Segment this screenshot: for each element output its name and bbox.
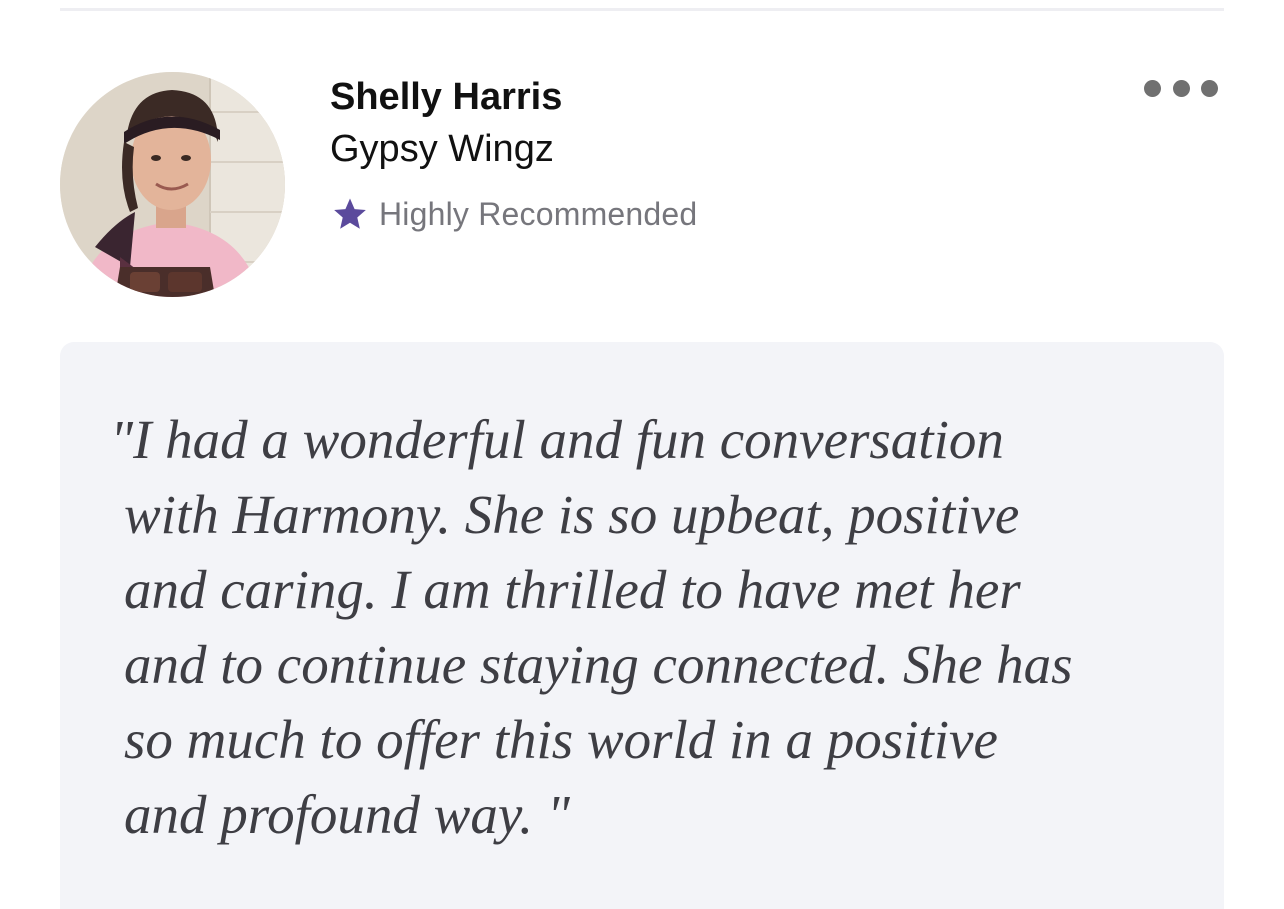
more-horizontal-icon-dot bbox=[1201, 79, 1218, 97]
more-horizontal-icon-dot bbox=[1172, 79, 1190, 97]
avatar[interactable] bbox=[60, 72, 285, 297]
reviewer-business[interactable]: Gypsy Wingz bbox=[330, 126, 554, 172]
profile-photo bbox=[60, 72, 285, 297]
top-divider bbox=[60, 8, 1224, 11]
review-quote-text: "I had a wonderful and fun conversation … bbox=[110, 409, 1073, 845]
recommendation-badge: Highly Recommended bbox=[331, 193, 697, 235]
more-horizontal-icon bbox=[1144, 79, 1161, 97]
star-icon bbox=[331, 195, 369, 233]
recommendation-label: Highly Recommended bbox=[379, 195, 698, 232]
reviewer-name[interactable]: Shelly Harris bbox=[330, 74, 562, 120]
more-options-button[interactable] bbox=[1138, 70, 1224, 106]
